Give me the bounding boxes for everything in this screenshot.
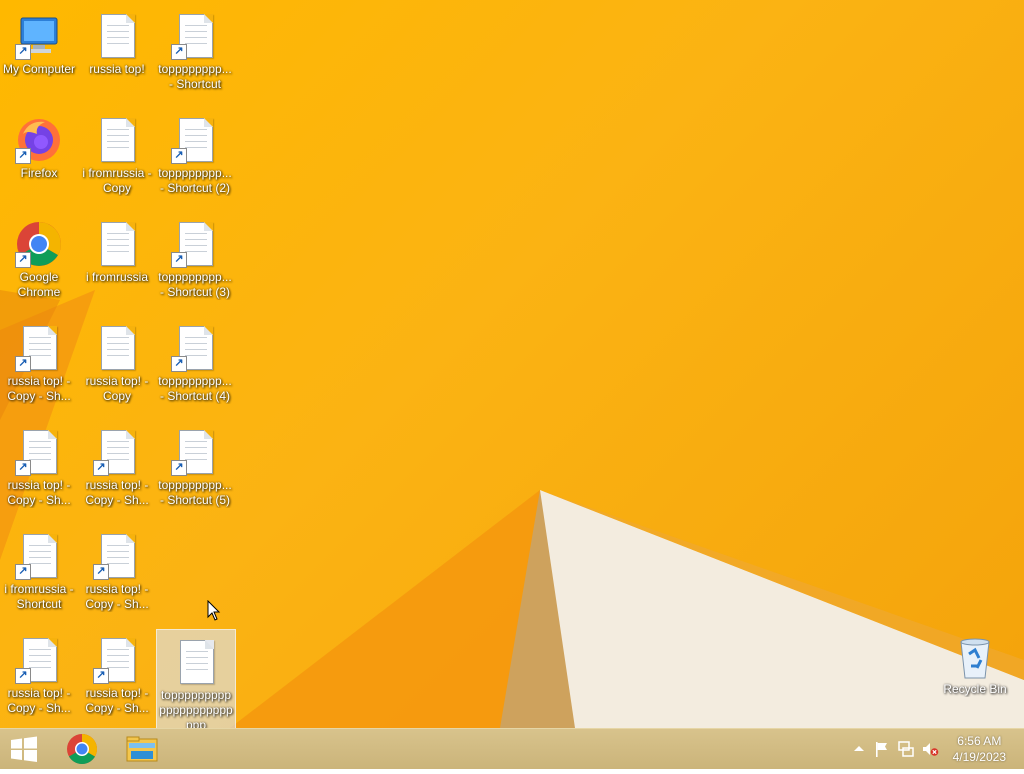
- desktop-icon-firefox[interactable]: ↗ Firefox: [0, 108, 78, 181]
- text-document-icon: ↗: [171, 12, 219, 60]
- shortcut-arrow-icon: ↗: [171, 148, 187, 164]
- desktop-icon-file[interactable]: ↗ russia top! - Copy - Sh...: [78, 420, 156, 508]
- icon-label: i fromrussia: [85, 270, 148, 284]
- text-document-icon: ↗: [93, 428, 141, 476]
- desktop-icon-file[interactable]: ↗ topppppppp... - Shortcut (3): [156, 212, 234, 300]
- icon-label: toppppppppppppppppppppppp: [159, 688, 233, 728]
- windows-logo-icon: [11, 736, 37, 762]
- icon-label: russia top! - Copy - Sh...: [7, 478, 71, 507]
- icon-label: russia top! - Copy - Sh...: [85, 582, 149, 611]
- shortcut-arrow-icon: ↗: [171, 460, 187, 476]
- taskbar: 6:56 AM 4/19/2023: [0, 728, 1024, 769]
- mouse-cursor-icon: [207, 600, 221, 621]
- computer-icon: ↗: [15, 12, 63, 60]
- icon-label: Firefox: [20, 166, 58, 180]
- show-hidden-icons-arrow[interactable]: [850, 740, 868, 758]
- text-document-icon: ↗: [93, 636, 141, 684]
- desktop-icon-file[interactable]: ↗ russia top! - Copy - Sh...: [0, 316, 78, 404]
- text-document-icon: [93, 324, 141, 372]
- action-center-flag-icon[interactable]: [873, 740, 891, 758]
- shortcut-arrow-icon: ↗: [15, 148, 31, 164]
- shortcut-arrow-icon: ↗: [93, 564, 109, 580]
- shortcut-arrow-icon: ↗: [171, 252, 187, 268]
- icon-label: topppppppp... - Shortcut: [158, 62, 232, 91]
- shortcut-arrow-icon: ↗: [15, 252, 31, 268]
- icon-label: Recycle Bin: [943, 682, 1007, 696]
- text-document-icon: ↗: [15, 324, 63, 372]
- text-document-icon: ↗: [15, 532, 63, 580]
- text-document-icon: ↗: [15, 636, 63, 684]
- desktop-icon-file[interactable]: ↗ topppppppp... - Shortcut (2): [156, 108, 234, 196]
- file-explorer-icon: [126, 736, 158, 762]
- shortcut-arrow-icon: ↗: [171, 44, 187, 60]
- icon-label: topppppppp... - Shortcut (4): [158, 374, 232, 403]
- desktop-icon-file-selected[interactable]: toppppppppppppppppppppppp: [156, 629, 236, 728]
- desktop-icon-my-computer[interactable]: ↗ My Computer: [0, 4, 78, 77]
- text-document-icon: ↗: [171, 116, 219, 164]
- icon-label: My Computer: [2, 62, 76, 76]
- network-icon[interactable]: [897, 740, 915, 758]
- icon-label: i fromrussia - Copy: [82, 166, 152, 195]
- desktop-icon-file[interactable]: ↗ i fromrussia - Shortcut: [0, 524, 78, 612]
- text-document-icon: ↗: [171, 428, 219, 476]
- desktop-icon-file[interactable]: russia top!: [78, 4, 156, 77]
- desktop-icon-recycle-bin[interactable]: Recycle Bin: [936, 624, 1014, 697]
- text-document-icon: ↗: [171, 220, 219, 268]
- volume-muted-icon[interactable]: [921, 740, 939, 758]
- desktop-icon-file[interactable]: russia top! - Copy: [78, 316, 156, 404]
- text-document-icon: [93, 116, 141, 164]
- desktop-icon-file[interactable]: ↗ topppppppp... - Shortcut (4): [156, 316, 234, 404]
- icon-label: russia top!: [89, 62, 145, 76]
- desktop-icon-file[interactable]: ↗ topppppppp... - Shortcut: [156, 4, 234, 92]
- desktop-icon-file[interactable]: i fromrussia: [78, 212, 156, 285]
- text-document-icon: [93, 12, 141, 60]
- desktop[interactable]: ↗ My Computer ↗ Firefox ↗ Google Chrome …: [0, 0, 1024, 728]
- icon-label: russia top! - Copy - Sh...: [7, 686, 71, 715]
- icon-label: topppppppp... - Shortcut (2): [158, 166, 232, 195]
- text-document-icon: [172, 638, 220, 686]
- desktop-icon-file[interactable]: i fromrussia - Copy: [78, 108, 156, 196]
- desktop-icon-file[interactable]: ↗ russia top! - Copy - Sh...: [0, 420, 78, 508]
- shortcut-arrow-icon: ↗: [171, 356, 187, 372]
- recycle-bin-icon: [951, 632, 999, 680]
- icon-label: russia top! - Copy - Sh...: [85, 478, 149, 507]
- chrome-icon: ↗: [15, 220, 63, 268]
- taskbar-file-explorer-button[interactable]: [114, 729, 170, 769]
- shortcut-arrow-icon: ↗: [93, 668, 109, 684]
- icon-label: russia top! - Copy: [85, 374, 149, 403]
- desktop-icon-file[interactable]: ↗ russia top! - Copy - Sh...: [0, 628, 78, 716]
- icon-label: russia top! - Copy - Sh...: [85, 686, 149, 715]
- clock-time: 6:56 AM: [957, 734, 1002, 748]
- shortcut-arrow-icon: ↗: [15, 668, 31, 684]
- chrome-icon: [67, 734, 98, 765]
- icon-label: i fromrussia - Shortcut: [4, 582, 74, 611]
- text-document-icon: [93, 220, 141, 268]
- shortcut-arrow-icon: ↗: [15, 356, 31, 372]
- firefox-icon: ↗: [15, 116, 63, 164]
- taskbar-chrome-button[interactable]: [54, 729, 110, 769]
- desktop-icon-google-chrome[interactable]: ↗ Google Chrome: [0, 212, 78, 300]
- icon-label: Google Chrome: [17, 270, 61, 299]
- taskbar-clock[interactable]: 6:56 AM 4/19/2023: [953, 733, 1006, 765]
- text-document-icon: ↗: [171, 324, 219, 372]
- icon-label: topppppppp... - Shortcut (5): [158, 478, 232, 507]
- desktop-icon-file[interactable]: ↗ topppppppp... - Shortcut (5): [156, 420, 234, 508]
- icon-label: topppppppp... - Shortcut (3): [158, 270, 232, 299]
- text-document-icon: ↗: [93, 532, 141, 580]
- start-button[interactable]: [0, 729, 48, 769]
- desktop-icon-file[interactable]: ↗ russia top! - Copy - Sh...: [78, 524, 156, 612]
- icon-label: russia top! - Copy - Sh...: [7, 374, 71, 403]
- shortcut-arrow-icon: ↗: [93, 460, 109, 476]
- shortcut-arrow-icon: ↗: [15, 44, 31, 60]
- clock-date: 4/19/2023: [952, 750, 1006, 764]
- shortcut-arrow-icon: ↗: [15, 460, 31, 476]
- desktop-icon-file[interactable]: ↗ russia top! - Copy - Sh...: [78, 628, 156, 716]
- shortcut-arrow-icon: ↗: [15, 564, 31, 580]
- text-document-icon: ↗: [15, 428, 63, 476]
